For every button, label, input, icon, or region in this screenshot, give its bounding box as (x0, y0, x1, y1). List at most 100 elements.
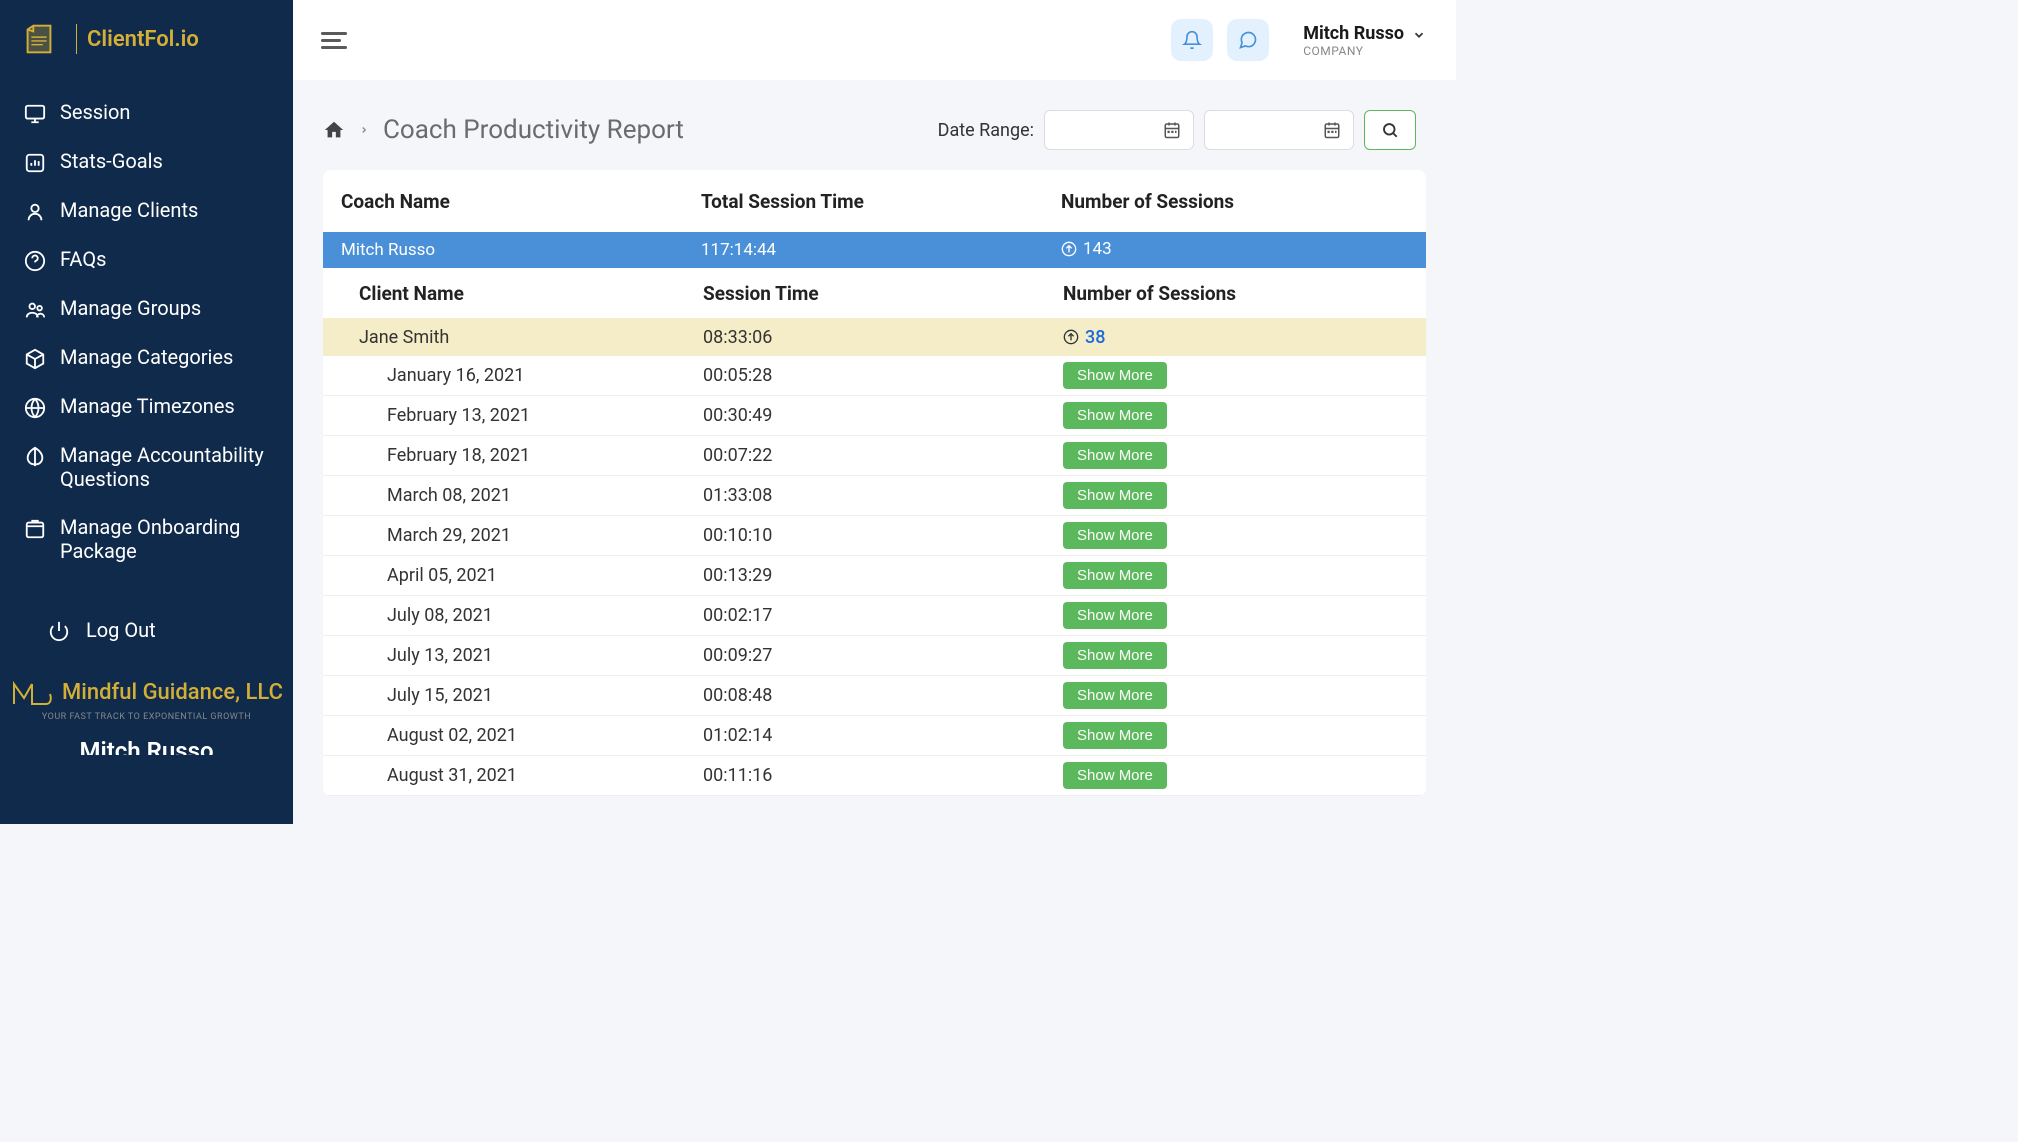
nav-label: Session (60, 100, 130, 124)
session-time-cell: 00:07:22 (703, 445, 1063, 466)
show-more-button[interactable]: Show More (1063, 722, 1167, 749)
box-icon (24, 348, 46, 370)
show-more-button[interactable]: Show More (1063, 602, 1167, 629)
sidebar-item-stats-goals[interactable]: Stats-Goals (18, 137, 275, 186)
session-time-cell: 00:10:10 (703, 525, 1063, 546)
power-icon (48, 620, 70, 642)
clipboard-icon (20, 20, 58, 58)
user-menu[interactable]: Mitch Russo COMPANY (1303, 23, 1426, 58)
session-date-cell: February 18, 2021 (387, 445, 703, 466)
sidebar-item-manage-accountability[interactable]: Manage Accountability Questions (18, 431, 275, 503)
session-row: August 02, 2021 01:02:14 Show More (323, 716, 1426, 756)
chevron-right-icon (359, 123, 369, 137)
nav-label: Manage Clients (60, 198, 198, 222)
table-header-row: Coach Name Total Session Time Number of … (323, 170, 1426, 232)
user-icon (24, 201, 46, 223)
col-number-of-sessions: Number of Sessions (1061, 190, 1408, 213)
home-icon[interactable] (323, 119, 345, 141)
search-button[interactable] (1364, 110, 1416, 150)
menu-toggle-button[interactable] (313, 20, 355, 61)
nav-label: FAQs (60, 247, 106, 271)
chart-icon (24, 152, 46, 174)
show-more-button[interactable]: Show More (1063, 522, 1167, 549)
sidebar-item-session[interactable]: Session (18, 88, 275, 137)
col-client-name: Client Name (359, 282, 703, 305)
calendar-icon (1323, 121, 1341, 139)
session-date-cell: July 13, 2021 (387, 645, 703, 666)
session-time-cell: 00:11:16 (703, 765, 1063, 786)
session-date-cell: April 05, 2021 (387, 565, 703, 586)
globe-icon (24, 397, 46, 419)
session-row: August 31, 2021 00:11:16 Show More (323, 756, 1426, 796)
session-date-cell: January 16, 2021 (387, 365, 703, 386)
report-table: Coach Name Total Session Time Number of … (323, 170, 1426, 796)
monitor-icon (24, 103, 46, 125)
arrow-up-icon (1063, 329, 1079, 345)
brand-name: ClientFol.io (87, 27, 199, 52)
breadcrumb: Coach Productivity Report (323, 115, 684, 145)
user-name: Mitch Russo (1303, 23, 1404, 44)
mg-logo-icon (10, 674, 54, 710)
nav-label: Manage Categories (60, 345, 233, 369)
client-sessions-cell: 38 (1085, 327, 1105, 348)
nav-label: Manage Onboarding Package (60, 515, 269, 563)
client-time-cell: 08:33:06 (703, 327, 1063, 348)
sidebar-item-manage-onboarding[interactable]: Manage Onboarding Package (18, 503, 275, 575)
bell-icon (1182, 30, 1202, 50)
session-date-cell: March 08, 2021 (387, 485, 703, 506)
show-more-button[interactable]: Show More (1063, 642, 1167, 669)
date-to-input[interactable] (1204, 110, 1354, 150)
show-more-button[interactable]: Show More (1063, 682, 1167, 709)
session-row: March 29, 2021 00:10:10 Show More (323, 516, 1426, 556)
session-row: February 13, 2021 00:30:49 Show More (323, 396, 1426, 436)
coach-sessions-cell: 143 (1083, 239, 1112, 259)
client-name-cell: Jane Smith (359, 327, 703, 348)
chat-icon (1238, 30, 1258, 50)
nav-label: Manage Groups (60, 296, 201, 320)
show-more-button[interactable]: Show More (1063, 482, 1167, 509)
sidebar: ClientFol.io Session Stats-Goals Manage … (0, 0, 293, 824)
chevron-down-icon (1412, 28, 1426, 42)
show-more-button[interactable]: Show More (1063, 362, 1167, 389)
session-time-cell: 00:13:29 (703, 565, 1063, 586)
messages-button[interactable] (1227, 19, 1269, 61)
session-date-cell: July 15, 2021 (387, 685, 703, 706)
sidebar-item-manage-categories[interactable]: Manage Categories (18, 333, 275, 382)
session-time-cell: 01:33:08 (703, 485, 1063, 506)
sidebar-item-manage-groups[interactable]: Manage Groups (18, 284, 275, 333)
session-date-cell: March 29, 2021 (387, 525, 703, 546)
nav-label: Stats-Goals (60, 149, 163, 173)
col-coach-name: Coach Name (341, 190, 701, 213)
show-more-button[interactable]: Show More (1063, 562, 1167, 589)
sidebar-item-faqs[interactable]: FAQs (18, 235, 275, 284)
leaf-icon (24, 446, 46, 468)
session-row: March 08, 2021 01:33:08 Show More (323, 476, 1426, 516)
show-more-button[interactable]: Show More (1063, 762, 1167, 789)
session-time-cell: 01:02:14 (703, 725, 1063, 746)
col-total-session-time: Total Session Time (701, 190, 1061, 213)
session-date-cell: July 08, 2021 (387, 605, 703, 626)
col-session-time: Session Time (703, 282, 1063, 305)
session-time-cell: 00:08:48 (703, 685, 1063, 706)
show-more-button[interactable]: Show More (1063, 442, 1167, 469)
footer-logo: Mindful Guidance, LLC YOUR FAST TRACK TO… (0, 674, 293, 755)
date-range-label: Date Range: (938, 120, 1034, 141)
question-icon (24, 250, 46, 272)
sidebar-item-manage-clients[interactable]: Manage Clients (18, 186, 275, 235)
session-time-cell: 00:02:17 (703, 605, 1063, 626)
page-title: Coach Productivity Report (383, 115, 684, 145)
coach-row[interactable]: Mitch Russo 117:14:44 143 (323, 232, 1426, 268)
client-row[interactable]: Jane Smith 08:33:06 38 (323, 318, 1426, 356)
date-from-input[interactable] (1044, 110, 1194, 150)
sidebar-item-manage-timezones[interactable]: Manage Timezones (18, 382, 275, 431)
session-date-cell: August 02, 2021 (387, 725, 703, 746)
logo[interactable]: ClientFol.io (0, 20, 293, 88)
session-row: February 18, 2021 00:07:22 Show More (323, 436, 1426, 476)
session-row: July 08, 2021 00:02:17 Show More (323, 596, 1426, 636)
nav-label: Manage Timezones (60, 394, 235, 418)
logout-button[interactable]: Log Out (18, 605, 275, 654)
footer-user-name: Mitch Russo (10, 737, 283, 755)
notifications-button[interactable] (1171, 19, 1213, 61)
show-more-button[interactable]: Show More (1063, 402, 1167, 429)
footer-company-name: Mindful Guidance, LLC (62, 680, 283, 705)
